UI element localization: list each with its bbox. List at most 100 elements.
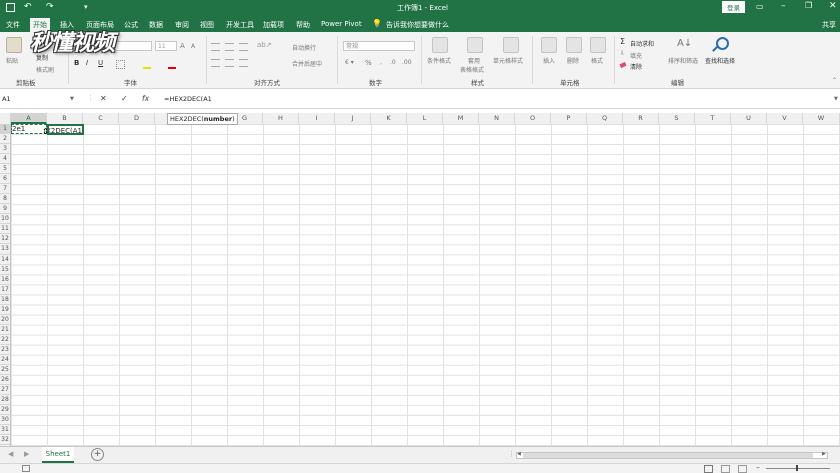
column-header[interactable]: O: [515, 113, 551, 124]
autosum-button[interactable]: 自动求和: [630, 39, 654, 48]
close-icon[interactable]: ✕: [829, 1, 837, 11]
select-all-corner[interactable]: [0, 113, 11, 124]
row-header[interactable]: 2: [0, 134, 10, 145]
accounting-format-icon[interactable]: € ▾: [345, 59, 354, 66]
minimize-icon[interactable]: –: [781, 1, 786, 11]
column-header[interactable]: K: [371, 113, 407, 124]
column-header[interactable]: B: [47, 113, 83, 124]
grow-font-button[interactable]: A: [180, 42, 185, 50]
row-header[interactable]: 18: [0, 295, 10, 305]
merge-center-button[interactable]: 合并后居中: [292, 59, 322, 68]
collapse-ribbon-icon[interactable]: ⌃: [832, 77, 837, 84]
fill-icon[interactable]: ⇩: [620, 50, 625, 57]
column-header[interactable]: T: [695, 113, 731, 124]
row-header[interactable]: 29: [0, 405, 10, 416]
column-header[interactable]: N: [479, 113, 515, 124]
row-header[interactable]: 5: [0, 164, 10, 175]
wrap-text-button[interactable]: 自动换行: [292, 43, 316, 52]
column-header[interactable]: A: [11, 113, 47, 124]
zoom-slider[interactable]: [766, 468, 830, 469]
add-sheet-button[interactable]: +: [91, 448, 104, 461]
enter-button[interactable]: ✓: [121, 94, 128, 103]
column-header[interactable]: H: [263, 113, 299, 124]
delete-cells-icon[interactable]: [566, 37, 582, 53]
sort-filter-icon[interactable]: A↓: [677, 38, 692, 49]
tooltip-argument[interactable]: number: [204, 115, 232, 123]
column-header[interactable]: R: [623, 113, 659, 124]
tab-file[interactable]: 文件: [6, 20, 20, 30]
paste-button[interactable]: 粘贴: [6, 56, 18, 65]
clear-button[interactable]: 清除: [630, 62, 642, 71]
row-header[interactable]: 32: [0, 435, 10, 446]
tab-help[interactable]: 帮助: [296, 20, 310, 30]
row-header[interactable]: 31: [0, 425, 10, 436]
scroll-right-icon[interactable]: ▶: [822, 451, 826, 457]
row-header[interactable]: 17: [0, 285, 10, 295]
insert-cells-button[interactable]: 插入: [543, 56, 555, 65]
sort-filter-button[interactable]: 排序和筛选: [668, 56, 698, 65]
fill-color-icon[interactable]: [143, 60, 151, 69]
scroll-tabs-left-icon[interactable]: ◀: [8, 450, 13, 458]
borders-icon[interactable]: [116, 60, 125, 69]
name-box[interactable]: A1: [0, 94, 78, 105]
scroll-left-icon[interactable]: ◀: [517, 451, 521, 457]
row-header[interactable]: 3: [0, 144, 10, 155]
comma-style-icon[interactable]: ,: [380, 59, 382, 66]
row-header[interactable]: 26: [0, 375, 10, 386]
paste-icon[interactable]: [6, 37, 22, 53]
row-header[interactable]: 15: [0, 265, 10, 275]
align-right-icon[interactable]: [239, 59, 248, 67]
row-header[interactable]: 4: [0, 154, 10, 165]
macro-record-icon[interactable]: [22, 465, 30, 472]
scroll-tabs-right-icon[interactable]: ▶: [24, 450, 29, 458]
eraser-icon[interactable]: [619, 61, 627, 69]
row-header[interactable]: 1: [0, 124, 10, 135]
tab-data[interactable]: 数据: [149, 20, 163, 30]
row-header[interactable]: 27: [0, 385, 10, 396]
decrease-decimal-icon[interactable]: .00: [402, 59, 412, 66]
fill-button[interactable]: 填充: [630, 51, 642, 60]
row-header[interactable]: 20: [0, 315, 10, 325]
column-header[interactable]: U: [731, 113, 767, 124]
align-left-icon[interactable]: [211, 59, 220, 67]
align-middle-icon[interactable]: [225, 43, 234, 51]
tooltip-function-name[interactable]: HEX2DEC(: [170, 115, 204, 123]
column-header[interactable]: C: [83, 113, 119, 124]
row-header[interactable]: 6: [0, 174, 10, 185]
ribbon-display-options-icon[interactable]: ▭: [756, 2, 764, 11]
undo-icon[interactable]: ↶: [24, 2, 32, 12]
row-header[interactable]: 13: [0, 244, 10, 255]
shrink-font-button[interactable]: A: [191, 43, 195, 50]
bold-button[interactable]: B: [74, 59, 79, 67]
row-header[interactable]: 12: [0, 234, 10, 245]
cancel-button[interactable]: ✕: [100, 94, 107, 103]
number-format-field[interactable]: 常规: [343, 41, 415, 51]
tab-addins[interactable]: 加载项: [263, 20, 284, 30]
name-box-dropdown-icon[interactable]: ▼: [70, 96, 74, 102]
column-header[interactable]: V: [767, 113, 803, 124]
column-header[interactable]: Q: [587, 113, 623, 124]
row-header[interactable]: 28: [0, 395, 10, 406]
row-header[interactable]: 11: [0, 224, 10, 235]
row-header[interactable]: 7: [0, 184, 10, 195]
column-header[interactable]: W: [803, 113, 840, 124]
autosum-icon[interactable]: Σ: [620, 37, 625, 46]
tell-me-search[interactable]: 告诉我你想要做什么: [386, 20, 449, 30]
column-header[interactable]: S: [659, 113, 695, 124]
login-button[interactable]: 登录: [722, 1, 745, 13]
column-header[interactable]: P: [551, 113, 587, 124]
horizontal-scroll-thumb[interactable]: [523, 453, 813, 458]
formula-input[interactable]: =HEX2DEC(A1: [164, 95, 212, 103]
tab-formulas[interactable]: 公式: [124, 20, 138, 30]
cell-b1[interactable]: =HEX2DEC(A1: [47, 124, 84, 135]
insert-function-button[interactable]: fx: [142, 94, 149, 103]
format-as-table-icon[interactable]: [467, 37, 483, 53]
search-icon[interactable]: [716, 37, 729, 50]
row-header[interactable]: 14: [0, 255, 10, 265]
row-header[interactable]: 19: [0, 305, 10, 315]
align-top-icon[interactable]: [211, 43, 220, 51]
column-header[interactable]: D: [119, 113, 155, 124]
increase-decimal-icon[interactable]: .0: [390, 59, 396, 66]
font-size-field[interactable]: 11: [155, 41, 177, 51]
cell-styles-icon[interactable]: [503, 37, 519, 53]
